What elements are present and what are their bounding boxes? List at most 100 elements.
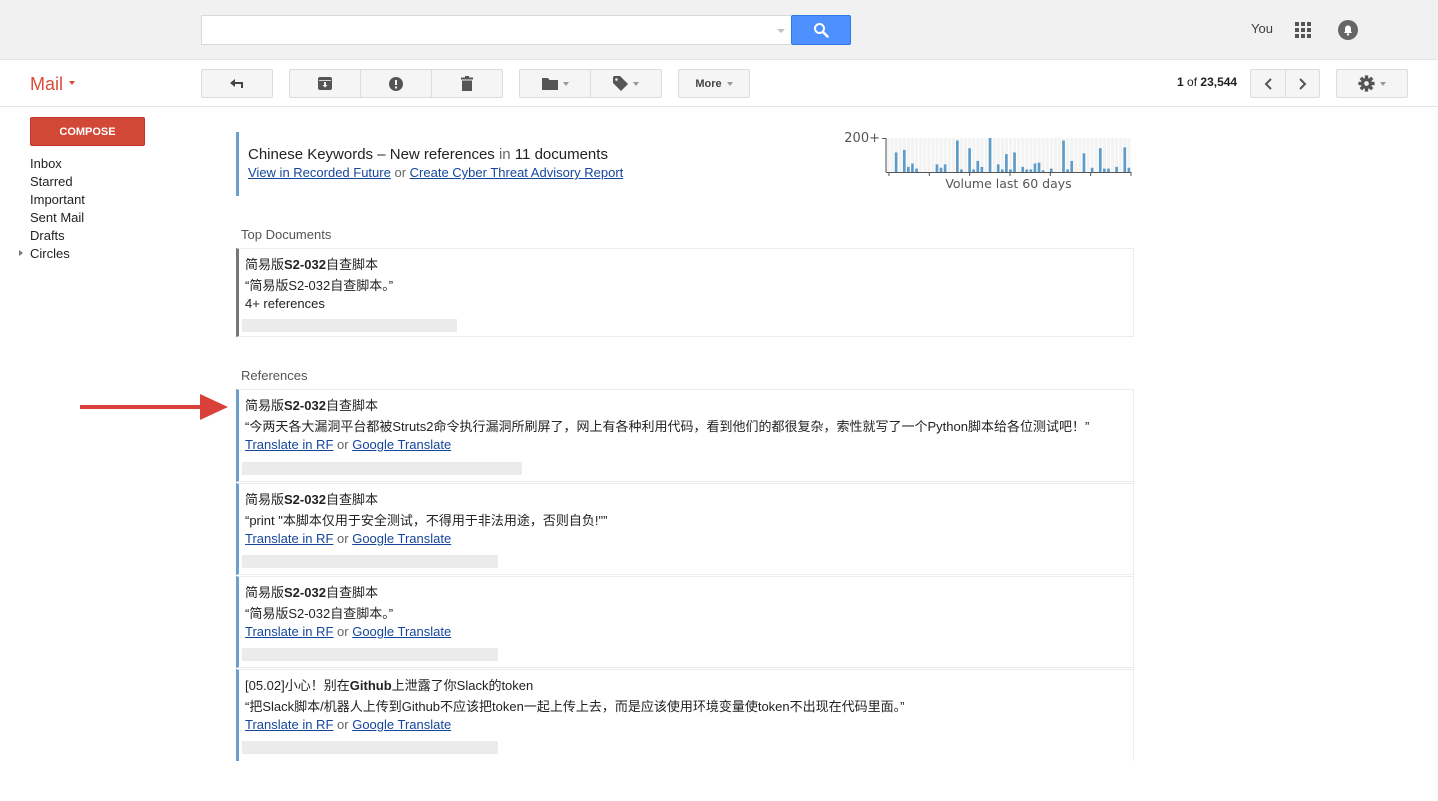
- chart-bg-stripe: [1029, 138, 1033, 172]
- trash-icon: [461, 76, 473, 91]
- chevron-right-icon: [1298, 77, 1306, 90]
- chart-bar: [976, 160, 980, 172]
- chart-bar: [1090, 167, 1094, 172]
- report-spam-button[interactable]: [360, 69, 432, 98]
- chart-bg-stripe: [890, 138, 894, 172]
- chart-bar: [1098, 148, 1102, 172]
- sidebar-item-inbox[interactable]: Inbox: [30, 155, 85, 173]
- chart-bar: [1029, 169, 1033, 172]
- back-button[interactable]: [201, 69, 273, 98]
- chart-bar: [996, 164, 1000, 172]
- chart-bg-stripe: [1066, 138, 1070, 172]
- chart-bg-stripe: [980, 138, 984, 172]
- chart-bar: [1041, 170, 1045, 172]
- more-label: More: [695, 77, 722, 90]
- delete-button[interactable]: [431, 69, 503, 98]
- user-name[interactable]: You: [1251, 21, 1273, 36]
- alert-header: Chinese Keywords – New references in 11 …: [236, 132, 636, 196]
- search-options-caret-icon[interactable]: [777, 29, 785, 33]
- chart-bg-stripe: [1045, 138, 1049, 172]
- chart-bar: [1082, 153, 1086, 172]
- reference-card[interactable]: 简易版S2-032自查脚本 “简易版S2-032自查脚本。” Translate…: [236, 576, 1134, 668]
- google-translate-link[interactable]: Google Translate: [352, 717, 451, 732]
- sidebar-item-important[interactable]: Important: [30, 191, 85, 209]
- chart-bg-stripe: [1074, 138, 1078, 172]
- red-arrow-annotation: [80, 394, 228, 420]
- apps-grid-icon[interactable]: [1295, 22, 1311, 38]
- sidebar-item-starred[interactable]: Starred: [30, 173, 85, 191]
- search-input[interactable]: [201, 15, 791, 45]
- translate-links: Translate in RF or Google Translate: [245, 437, 452, 452]
- google-translate-link[interactable]: Google Translate: [352, 624, 451, 639]
- settings-button[interactable]: [1336, 69, 1408, 98]
- top-document-card[interactable]: 简易版S2-032自查脚本 “简易版S2-032自查脚本。” 4+ refere…: [236, 248, 1134, 337]
- translate-in-rf-link[interactable]: Translate in RF: [245, 531, 333, 546]
- chart-bar: [968, 148, 971, 172]
- older-button[interactable]: [1285, 69, 1320, 98]
- chevron-down-icon: [562, 81, 569, 86]
- chart-bar: [1062, 140, 1065, 172]
- reference-quote: “把Slack脚本/机器人上传到Github不应该把token一起上传上去，而是…: [245, 699, 905, 714]
- chart-bg-stripe: [1119, 138, 1123, 172]
- translate-in-rf-link[interactable]: Translate in RF: [245, 717, 333, 732]
- pager-total: 23,544: [1200, 75, 1238, 89]
- sidebar-item-drafts[interactable]: Drafts: [30, 227, 85, 245]
- reference-card[interactable]: [05.02]小心！别在Github上泄露了你Slack的token “把Sla…: [236, 669, 1134, 761]
- archive-button[interactable]: [289, 69, 361, 98]
- chart-bar: [939, 167, 943, 172]
- redacted-source-bar: [242, 741, 498, 754]
- chart-bar: [960, 169, 963, 172]
- toolbar: Mail More 1 of 23,544: [0, 60, 1438, 107]
- labels-button[interactable]: [590, 69, 662, 98]
- newer-button[interactable]: [1250, 69, 1286, 98]
- google-translate-link[interactable]: Google Translate: [352, 437, 451, 452]
- reference-card[interactable]: 简易版S2-032自查脚本 “今两天各大漏洞平台都被Struts2命令执行漏洞所…: [236, 389, 1134, 482]
- move-to-button[interactable]: [519, 69, 591, 98]
- chart-bar: [911, 163, 914, 172]
- alert-links: View in Recorded Future or Create Cyber …: [248, 165, 623, 180]
- chart-bar: [1115, 166, 1118, 172]
- chart-bg-stripe: [906, 138, 910, 172]
- translate-in-rf-link[interactable]: Translate in RF: [245, 437, 333, 452]
- chart-bg-stripe: [1009, 138, 1013, 172]
- chart-bar: [1009, 169, 1012, 172]
- chart-bg-stripe: [1107, 138, 1111, 172]
- chart-bg-stripe: [923, 138, 927, 172]
- reference-count: 4+ references: [245, 296, 325, 311]
- notifications-button[interactable]: [1338, 20, 1358, 40]
- chart-bar: [956, 140, 959, 172]
- chart-bar: [907, 166, 910, 172]
- create-advisory-report-link[interactable]: Create Cyber Threat Advisory Report: [410, 165, 624, 180]
- chevron-down-icon: [69, 81, 76, 86]
- reference-card[interactable]: 简易版S2-032自查脚本 “print "本脚本仅用于安全测试，不得用于非法用…: [236, 483, 1134, 575]
- app-switcher[interactable]: Mail: [30, 74, 76, 95]
- chart-bar: [1127, 167, 1131, 172]
- chart-bg-stripe: [931, 138, 935, 172]
- chart-bg-stripe: [939, 138, 943, 172]
- gear-icon: [1358, 75, 1375, 92]
- google-translate-link[interactable]: Google Translate: [352, 531, 451, 546]
- chart-bg-stripe: [972, 138, 976, 172]
- back-arrow-icon: [230, 78, 243, 88]
- pagination-count: 1 of 23,544: [1177, 75, 1237, 89]
- chart-y-tick-label: 200+: [844, 131, 880, 146]
- expand-triangle-icon[interactable]: [19, 250, 23, 256]
- references-heading: References: [241, 368, 308, 383]
- sidebar-item-sent-mail[interactable]: Sent Mail: [30, 209, 85, 227]
- chart-bg-stripe: [1127, 138, 1131, 172]
- search-button[interactable]: [791, 15, 851, 45]
- translate-in-rf-link[interactable]: Translate in RF: [245, 624, 333, 639]
- view-in-recorded-future-link[interactable]: View in Recorded Future: [248, 165, 391, 180]
- chart-bg-stripe: [1111, 138, 1115, 172]
- reference-title: [05.02]小心！别在Github上泄露了你Slack的token: [245, 678, 534, 693]
- chevron-down-icon: [633, 81, 639, 86]
- more-button[interactable]: More: [678, 69, 750, 98]
- pager-of: of: [1187, 75, 1198, 89]
- chart-bg-stripe: [1102, 138, 1106, 172]
- translate-links: Translate in RF or Google Translate: [245, 624, 452, 639]
- chart-bar: [988, 138, 992, 172]
- sidebar-item-label: Circles: [30, 246, 70, 261]
- sidebar-item-circles[interactable]: Circles: [19, 245, 85, 263]
- compose-button[interactable]: COMPOSE: [30, 117, 145, 146]
- volume-chart: 200+ Volume last 60 days: [836, 128, 1136, 198]
